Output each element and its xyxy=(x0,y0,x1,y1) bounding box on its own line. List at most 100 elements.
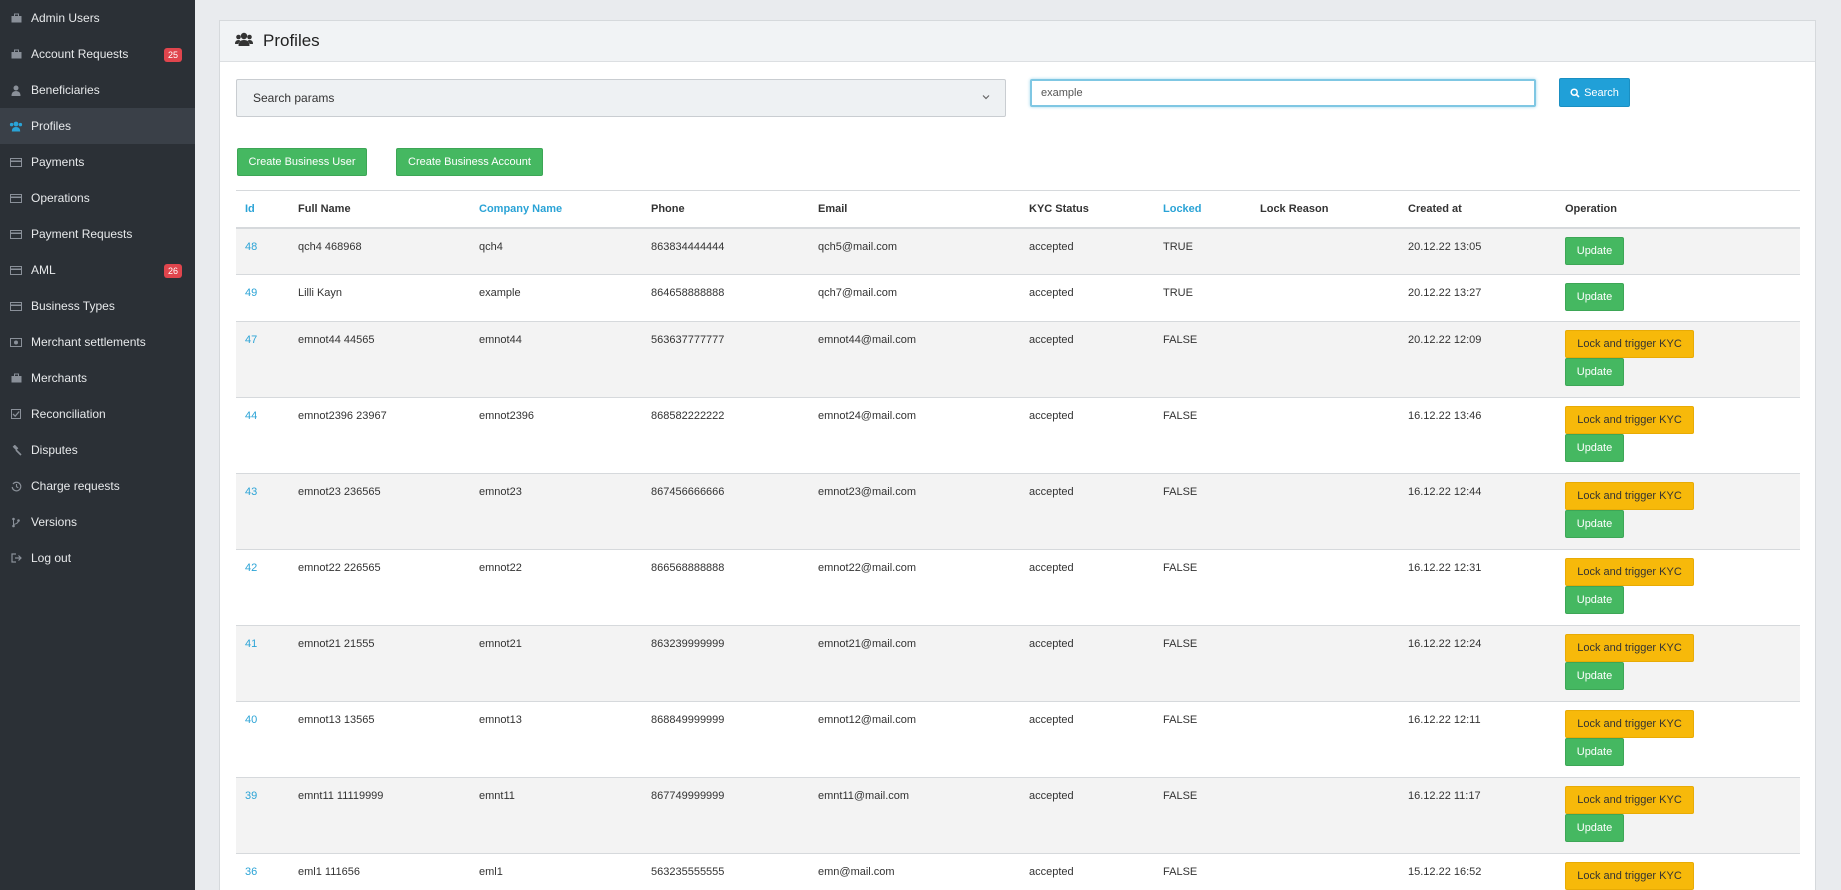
lock-trigger-kyc-button[interactable]: Lock and trigger KYC xyxy=(1565,330,1694,358)
create-business-account-button[interactable]: Create Business Account xyxy=(396,148,543,176)
lock-trigger-kyc-button[interactable]: Lock and trigger KYC xyxy=(1565,558,1694,586)
update-button[interactable]: Update xyxy=(1565,510,1624,538)
cell-full-name: emnot23 236565 xyxy=(289,473,470,550)
sidebar-item-beneficiaries[interactable]: Beneficiaries xyxy=(0,72,195,108)
cell-phone: 563235555555 xyxy=(642,853,809,890)
sign-out-icon xyxy=(8,552,24,564)
search-params-label: Search params xyxy=(253,91,335,105)
sidebar-item-label: Charge requests xyxy=(31,479,120,493)
cell-phone: 563637777777 xyxy=(642,321,809,398)
cell-id[interactable]: 49 xyxy=(236,274,289,322)
sidebar-item-disputes[interactable]: Disputes xyxy=(0,432,195,468)
update-button[interactable]: Update xyxy=(1565,586,1624,614)
update-button[interactable]: Update xyxy=(1565,236,1624,265)
cell-kyc-status: accepted xyxy=(1020,227,1154,275)
cell-full-name: emnot44 44565 xyxy=(289,321,470,398)
sidebar-item-business-types[interactable]: Business Types xyxy=(0,288,195,324)
cell-phone: 864658888888 xyxy=(642,274,809,322)
cell-id[interactable]: 44 xyxy=(236,397,289,474)
search-icon xyxy=(1570,87,1580,98)
lock-trigger-kyc-button[interactable]: Lock and trigger KYC xyxy=(1565,786,1694,814)
profiles-table: Id Full Name Company Name Phone Email KY… xyxy=(236,190,1800,890)
sidebar-item-operations[interactable]: Operations xyxy=(0,180,195,216)
update-button[interactable]: Update xyxy=(1565,738,1624,766)
sidebar-item-payments[interactable]: Payments xyxy=(0,144,195,180)
cell-id[interactable]: 43 xyxy=(236,473,289,550)
profiles-panel: Profiles Search params Search Create Bus… xyxy=(219,20,1816,890)
sidebar-item-label: Versions xyxy=(31,515,78,529)
cell-id[interactable]: 41 xyxy=(236,625,289,702)
lock-trigger-kyc-button[interactable]: Lock and trigger KYC xyxy=(1565,634,1694,662)
search-params-select[interactable]: Search params xyxy=(236,79,1006,117)
cell-email: emn@mail.com xyxy=(809,853,1020,890)
sidebar-item-profiles[interactable]: Profiles xyxy=(0,108,195,144)
search-button[interactable]: Search xyxy=(1559,78,1630,107)
cell-id[interactable]: 48 xyxy=(236,227,289,275)
sidebar-item-log-out[interactable]: Log out xyxy=(0,540,195,576)
update-button[interactable]: Update xyxy=(1565,434,1624,462)
users-icon xyxy=(8,120,24,132)
column-header-kyc-status: KYC Status xyxy=(1020,190,1154,229)
table-row: 43 emnot23 236565 emnot23 867456666666 emnot… xyxy=(236,473,1800,550)
lock-trigger-kyc-button[interactable]: Lock and trigger KYC xyxy=(1565,710,1694,738)
create-business-user-button[interactable]: Create Business User xyxy=(237,148,367,176)
credit-card-icon xyxy=(8,264,24,276)
panel-header: Profiles xyxy=(220,21,1815,62)
column-header-id[interactable]: Id xyxy=(236,190,289,229)
sidebar-item-reconciliation[interactable]: Reconciliation xyxy=(0,396,195,432)
lock-trigger-kyc-button[interactable]: Lock and trigger KYC xyxy=(1565,862,1694,890)
search-input[interactable] xyxy=(1030,79,1536,107)
sidebar-item-account-requests[interactable]: Account Requests 25 xyxy=(0,36,195,72)
cell-id[interactable]: 40 xyxy=(236,701,289,778)
cell-operation: Lock and trigger KYCUpdate xyxy=(1556,397,1800,474)
cell-id[interactable]: 39 xyxy=(236,777,289,854)
sidebar-item-merchant-settlements[interactable]: Merchant settlements xyxy=(0,324,195,360)
users-icon xyxy=(235,32,253,51)
cell-email: emnot21@mail.com xyxy=(809,625,1020,702)
cell-kyc-status: accepted xyxy=(1020,473,1154,550)
cell-email: emnt11@mail.com xyxy=(809,777,1020,854)
sidebar-item-aml[interactable]: AML 26 xyxy=(0,252,195,288)
column-header-created-at: Created at xyxy=(1399,190,1556,229)
lock-trigger-kyc-button[interactable]: Lock and trigger KYC xyxy=(1565,406,1694,434)
cell-created-at: 16.12.22 13:46 xyxy=(1399,397,1556,474)
cell-id[interactable]: 36 xyxy=(236,853,289,890)
cell-operation: Lock and trigger KYCUpdate xyxy=(1556,777,1800,854)
table-row: 42 emnot22 226565 emnot22 866568888888 emnot… xyxy=(236,549,1800,626)
cell-locked: FALSE xyxy=(1154,701,1251,778)
update-button[interactable]: Update xyxy=(1565,358,1624,386)
cell-locked: FALSE xyxy=(1154,549,1251,626)
lock-trigger-kyc-button[interactable]: Lock and trigger KYC xyxy=(1565,482,1694,510)
update-button[interactable]: Update xyxy=(1565,283,1624,311)
cell-lock-reason xyxy=(1251,853,1399,890)
check-square-icon xyxy=(8,408,24,420)
cell-phone: 867749999999 xyxy=(642,777,809,854)
sidebar-item-label: Beneficiaries xyxy=(31,83,100,97)
sidebar-item-admin-users[interactable]: Admin Users xyxy=(0,0,195,36)
sidebar-item-payment-requests[interactable]: Payment Requests xyxy=(0,216,195,252)
sidebar-item-merchants[interactable]: Merchants xyxy=(0,360,195,396)
sidebar-item-versions[interactable]: Versions xyxy=(0,504,195,540)
cell-full-name: emnt11 11119999 xyxy=(289,777,470,854)
cell-lock-reason xyxy=(1251,321,1399,398)
branch-icon xyxy=(8,516,24,528)
sidebar-item-label: Disputes xyxy=(31,443,78,457)
cell-full-name: emnot13 13565 xyxy=(289,701,470,778)
sidebar: Admin Users Account Requests 25 Beneficiari… xyxy=(0,0,195,890)
cell-id[interactable]: 47 xyxy=(236,321,289,398)
cell-operation: Lock and trigger KYCUpdate xyxy=(1556,625,1800,702)
cell-kyc-status: accepted xyxy=(1020,397,1154,474)
column-header-company-name[interactable]: Company Name xyxy=(470,190,642,229)
gavel-icon xyxy=(8,444,24,456)
table-row: 44 emnot2396 23967 emnot2396 868582222222 em… xyxy=(236,397,1800,474)
sidebar-item-charge-requests[interactable]: Charge requests xyxy=(0,468,195,504)
sidebar-item-label: Payments xyxy=(31,155,85,169)
cell-company-name: emnot2396 xyxy=(470,397,642,474)
cell-email: qch7@mail.com xyxy=(809,274,1020,322)
cell-id[interactable]: 42 xyxy=(236,549,289,626)
update-button[interactable]: Update xyxy=(1565,662,1624,690)
cell-locked: FALSE xyxy=(1154,777,1251,854)
credit-card-icon xyxy=(8,156,24,168)
column-header-locked[interactable]: Locked xyxy=(1154,190,1251,229)
update-button[interactable]: Update xyxy=(1565,814,1624,842)
